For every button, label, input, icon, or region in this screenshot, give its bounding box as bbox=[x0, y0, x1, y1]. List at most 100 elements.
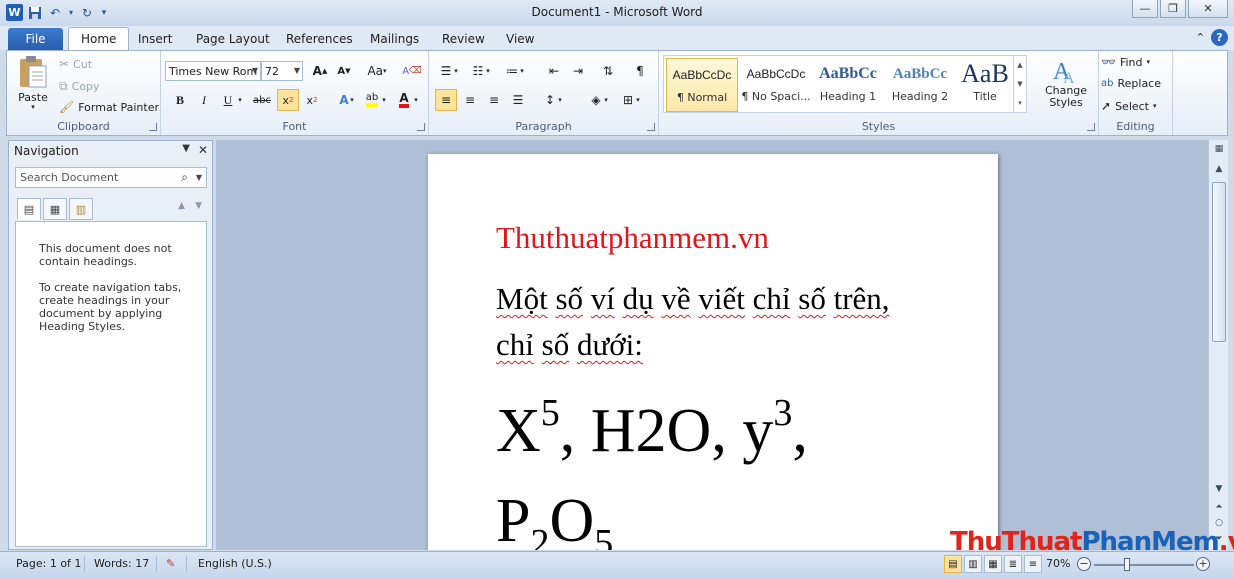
paste-button[interactable]: Paste ▾ bbox=[13, 55, 53, 111]
tab-file[interactable]: File bbox=[8, 28, 63, 50]
gallery-more-icon[interactable]: ▾ bbox=[1018, 99, 1022, 107]
paragraph-launcher-icon[interactable] bbox=[647, 123, 655, 131]
group-font: Times New Rom ▼ 72 ▼ A ▲ A ▼ Aa ▾ A ⌫ B I U … bbox=[161, 51, 429, 135]
draft-icon[interactable]: ≡ bbox=[1024, 555, 1042, 573]
word: Một bbox=[496, 281, 548, 316]
bullets-dropdown-icon[interactable]: ▾ bbox=[451, 60, 461, 82]
web-layout-icon[interactable]: ▦ bbox=[984, 555, 1002, 573]
shading-dropdown-icon[interactable]: ▾ bbox=[601, 89, 611, 111]
align-right-icon[interactable]: ≡ bbox=[483, 89, 505, 111]
navigation-close-icon[interactable]: ✕ bbox=[198, 143, 208, 157]
proofing-icon[interactable]: ✎ bbox=[166, 557, 175, 570]
grow-font-icon[interactable]: A ▲ bbox=[309, 60, 331, 82]
change-styles-button[interactable]: AA Change Styles bbox=[1041, 55, 1091, 109]
underline-dropdown-icon[interactable]: ▾ bbox=[235, 89, 245, 111]
binoculars-icon: 👓 bbox=[1101, 55, 1116, 69]
find-button[interactable]: 👓 Find ▾ bbox=[1101, 55, 1150, 69]
tab-view[interactable]: View bbox=[498, 30, 542, 48]
browse-headings-icon[interactable]: ▤ bbox=[17, 198, 41, 220]
line-spacing-dropdown-icon[interactable]: ▾ bbox=[555, 89, 565, 111]
font-launcher-icon[interactable] bbox=[417, 123, 425, 131]
tab-mailings[interactable]: Mailings bbox=[362, 30, 427, 48]
style-heading-1[interactable]: AaBbCc Heading 1 bbox=[812, 58, 884, 112]
gallery-down-icon[interactable]: ▼ bbox=[1017, 80, 1022, 88]
select-button[interactable]: ➚ Select ▾ bbox=[1101, 99, 1157, 113]
replace-button[interactable]: ab Replace bbox=[1101, 77, 1161, 90]
subscript-icon[interactable]: x2 bbox=[277, 89, 299, 111]
previous-heading-icon[interactable]: ▲ bbox=[178, 201, 185, 211]
tab-page-layout[interactable]: Page Layout bbox=[188, 30, 278, 48]
multilevel-dropdown-icon[interactable]: ▾ bbox=[517, 60, 527, 82]
font-size-dropdown-icon[interactable]: ▼ bbox=[294, 66, 300, 75]
zoom-slider[interactable] bbox=[1094, 564, 1194, 566]
tab-home[interactable]: Home bbox=[68, 27, 130, 50]
tab-references[interactable]: References bbox=[278, 30, 361, 48]
document-page[interactable]: Thuthuatphanmem.vn Một số ví dụ về viết … bbox=[428, 154, 998, 550]
next-heading-icon[interactable]: ▼ bbox=[195, 201, 202, 211]
minimize-button[interactable]: — bbox=[1132, 0, 1158, 18]
browse-results-icon[interactable]: ▥ bbox=[69, 198, 93, 220]
sort-icon[interactable]: ⇅ bbox=[597, 60, 619, 82]
copy-button[interactable]: ⧉ Copy bbox=[59, 79, 99, 94]
gallery-up-icon[interactable]: ▲ bbox=[1017, 61, 1022, 69]
browse-pages-icon[interactable]: ▦ bbox=[43, 198, 67, 220]
minimize-ribbon-icon[interactable]: ⌃ bbox=[1196, 31, 1205, 44]
align-center-icon[interactable]: ≡ bbox=[459, 89, 481, 111]
zoom-level[interactable]: 70% bbox=[1046, 557, 1070, 570]
justify-icon[interactable]: ☰ bbox=[507, 89, 529, 111]
scroll-up-icon[interactable]: ▲ bbox=[1211, 164, 1227, 174]
style-no-spacing[interactable]: AaBbCcDc ¶ No Spaci... bbox=[740, 58, 812, 112]
zoom-out-icon[interactable]: − bbox=[1077, 557, 1091, 571]
format-painter-button[interactable]: 🖌 Format Painter bbox=[59, 100, 159, 114]
search-options-icon[interactable]: ▼ bbox=[196, 173, 202, 182]
restore-button[interactable]: ❐ bbox=[1160, 0, 1186, 18]
cursor-icon: ➚ bbox=[1101, 99, 1112, 113]
close-button[interactable]: ✕ bbox=[1188, 0, 1228, 18]
highlight-dropdown-icon[interactable]: ▾ bbox=[379, 89, 389, 111]
change-case-button[interactable]: Aa ▾ bbox=[363, 60, 391, 82]
navigation-search-input[interactable]: Search Document ⌕ ▼ bbox=[15, 167, 207, 188]
formula-y: y bbox=[742, 397, 774, 465]
font-color-dropdown-icon[interactable]: ▾ bbox=[411, 89, 421, 111]
tab-review[interactable]: Review bbox=[434, 30, 493, 48]
font-family-dropdown-icon[interactable]: ▼ bbox=[252, 66, 258, 75]
outline-icon[interactable]: ≣ bbox=[1004, 555, 1022, 573]
zoom-in-icon[interactable]: + bbox=[1196, 557, 1210, 571]
decrease-indent-icon[interactable]: ⇤ bbox=[543, 60, 565, 82]
style-heading-2[interactable]: AaBbCc Heading 2 bbox=[884, 58, 956, 112]
clear-formatting-icon[interactable]: A ⌫ bbox=[401, 60, 423, 82]
clipboard-launcher-icon[interactable] bbox=[149, 123, 157, 131]
italic-icon[interactable]: I bbox=[193, 89, 215, 111]
style-title[interactable]: AaB Title bbox=[956, 58, 1014, 112]
text-effects-dropdown-icon[interactable]: ▾ bbox=[347, 89, 357, 111]
print-layout-icon[interactable]: ▤ bbox=[944, 555, 962, 573]
tab-insert[interactable]: Insert bbox=[130, 30, 180, 48]
cut-button[interactable]: ✂ Cut bbox=[59, 57, 92, 71]
scroll-thumb[interactable] bbox=[1212, 182, 1226, 342]
borders-dropdown-icon[interactable]: ▾ bbox=[633, 89, 643, 111]
increase-indent-icon[interactable]: ⇥ bbox=[567, 60, 589, 82]
shrink-font-icon[interactable]: A ▼ bbox=[333, 60, 355, 82]
styles-launcher-icon[interactable] bbox=[1087, 123, 1095, 131]
numbering-dropdown-icon[interactable]: ▾ bbox=[483, 60, 493, 82]
full-screen-reading-icon[interactable]: ▥ bbox=[964, 555, 982, 573]
ruler-toggle-icon[interactable]: ▦ bbox=[1211, 144, 1227, 154]
navigation-options-icon[interactable]: ▼ bbox=[182, 143, 190, 157]
strikethrough-icon[interactable]: abc bbox=[249, 89, 275, 111]
search-icon[interactable]: ⌕ bbox=[181, 170, 188, 185]
scroll-down-icon[interactable]: ▼ bbox=[1211, 484, 1227, 494]
bold-icon[interactable]: B bbox=[169, 89, 191, 111]
style-normal[interactable]: AaBbCcDc ¶ Normal bbox=[666, 58, 738, 112]
font-family-combo[interactable]: Times New Rom ▼ bbox=[165, 61, 261, 81]
vertical-scrollbar[interactable]: ▦ ▲ ▼ ⏶ ○ ⏷ bbox=[1208, 140, 1228, 550]
show-formatting-icon[interactable]: ¶ bbox=[629, 60, 651, 82]
superscript-icon[interactable]: x2 bbox=[301, 89, 323, 111]
status-words[interactable]: Words: 17 bbox=[94, 557, 149, 570]
help-icon[interactable]: ? bbox=[1211, 29, 1228, 46]
align-left-icon[interactable]: ≡ bbox=[435, 89, 457, 111]
status-language[interactable]: English (U.S.) bbox=[198, 557, 272, 570]
font-size-combo[interactable]: 72 ▼ bbox=[261, 61, 303, 81]
zoom-slider-thumb[interactable] bbox=[1124, 558, 1130, 571]
previous-page-icon[interactable]: ⏶ bbox=[1211, 502, 1227, 512]
status-page[interactable]: Page: 1 of 1 bbox=[16, 557, 81, 570]
